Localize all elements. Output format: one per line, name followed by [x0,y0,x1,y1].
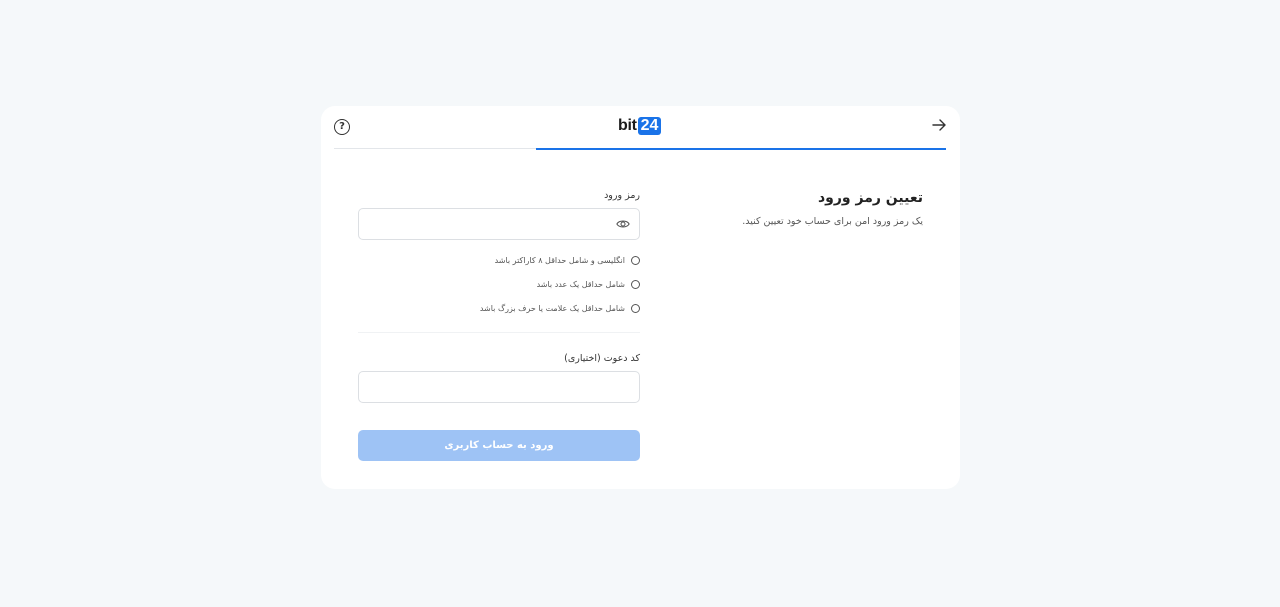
password-setup-card: ? bit 24 تعیین رمز ورود یک رمز ورود امن … [321,106,960,489]
password-rule: انگلیسی و شامل حداقل ۸ کاراکتر باشد [358,248,640,272]
rule-status-circle-icon [631,279,640,289]
password-rules: انگلیسی و شامل حداقل ۸ کاراکتر باشد شامل… [358,248,640,333]
eye-icon[interactable] [616,217,630,231]
brand-logo: bit 24 [618,117,662,135]
rule-text: شامل حداقل یک عدد باشد [536,279,625,289]
password-field-wrapper [358,208,640,240]
page-title: تعیین رمز ورود [817,190,923,206]
help-icon[interactable]: ? [334,119,350,135]
arrow-right-icon[interactable] [931,117,947,133]
password-input[interactable] [385,209,629,239]
rule-status-circle-icon [631,303,640,313]
password-label: رمز ورود [604,190,640,201]
step-progress-bar [334,147,946,150]
invite-code-field-wrapper [358,371,640,403]
logo-text: bit [618,117,637,134]
logo-badge: 24 [637,117,662,135]
page-description: یک رمز ورود امن برای حساب خود تعیین کنید… [742,216,923,227]
password-rule: شامل حداقل یک علامت یا حرف بزرگ باشد [358,296,640,320]
password-rule: شامل حداقل یک عدد باشد [358,272,640,296]
password-form: رمز ورود انگلیسی و شامل حداقل ۸ کاراکتر … [358,190,640,461]
card-header: ? bit 24 [321,106,960,150]
rule-status-circle-icon [631,255,640,265]
intro-section: تعیین رمز ورود یک رمز ورود امن برای حساب… [693,190,923,227]
invite-code-input[interactable] [385,372,629,402]
rule-text: شامل حداقل یک علامت یا حرف بزرگ باشد [479,303,625,313]
login-submit-button[interactable]: ورود به حساب کاربری [358,430,640,461]
step-progress-fill [535,147,946,150]
invite-code-label: کد دعوت (اختیاری) [564,353,640,364]
rule-text: انگلیسی و شامل حداقل ۸ کاراکتر باشد [494,255,625,265]
